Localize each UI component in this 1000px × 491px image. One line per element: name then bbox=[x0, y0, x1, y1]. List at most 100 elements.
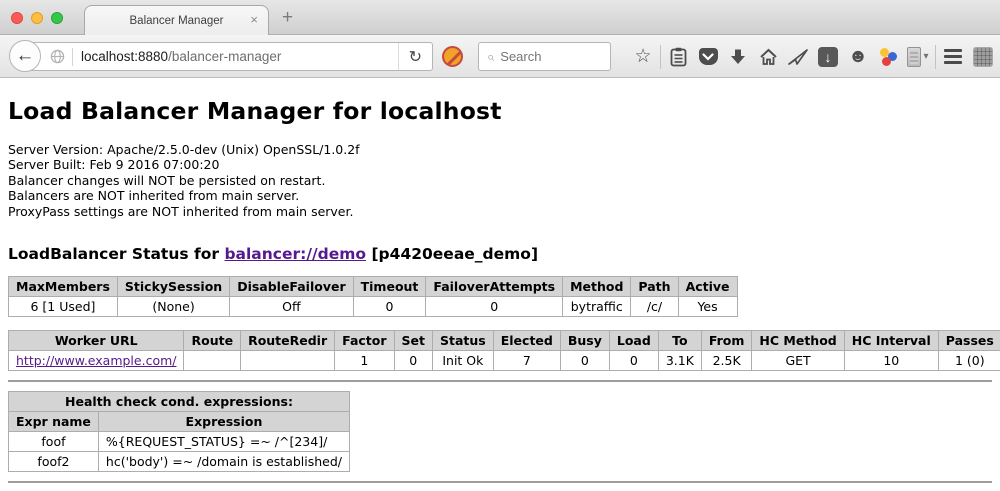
column-header: Expr name bbox=[9, 412, 99, 432]
page-title: Load Balancer Manager for localhost bbox=[8, 97, 992, 125]
column-header: Timeout bbox=[353, 277, 426, 297]
column-header: Path bbox=[631, 277, 678, 297]
balancers-notice-line: Balancers are NOT inherited from main se… bbox=[8, 188, 992, 203]
health-table-title: Health check cond. expressions: bbox=[9, 392, 350, 412]
path-cell: /c/ bbox=[631, 297, 678, 317]
column-header: To bbox=[658, 331, 701, 351]
back-icon: ← bbox=[16, 45, 35, 67]
proxypass-notice-line: ProxyPass settings are NOT inherited fro… bbox=[8, 204, 992, 219]
table-row: foof2 hc('body') =~ /domain is establish… bbox=[9, 452, 350, 472]
set-cell: 0 bbox=[394, 351, 432, 371]
video-download-icon[interactable]: ↓ bbox=[813, 35, 843, 78]
new-tab-button[interactable]: + bbox=[282, 8, 293, 27]
worker-status-table: Worker URL Route RouteRedir Factor Set S… bbox=[8, 330, 1000, 371]
hello-send-icon[interactable] bbox=[783, 35, 813, 78]
column-header: Elected bbox=[493, 331, 560, 351]
hc-method-cell: GET bbox=[752, 351, 844, 371]
reload-button[interactable]: ↻ bbox=[398, 43, 432, 70]
search-bar[interactable]: ⌕ bbox=[478, 42, 611, 71]
balancer-status-heading: LoadBalancer Status for balancer://demo … bbox=[8, 245, 992, 263]
column-header: HC Method bbox=[752, 331, 844, 351]
worker-url-cell: http://www.example.com/ bbox=[9, 351, 184, 371]
status-heading-prefix: LoadBalancer Status for bbox=[8, 245, 224, 263]
url-bar[interactable]: localhost:8880/balancer-manager ↻ bbox=[25, 42, 433, 71]
method-cell: bytraffic bbox=[563, 297, 631, 317]
urlbar-divider bbox=[72, 48, 73, 66]
column-header: HC Interval bbox=[844, 331, 938, 351]
disablefailover-cell: Off bbox=[230, 297, 353, 317]
persist-notice-line: Balancer changes will NOT be persisted o… bbox=[8, 173, 992, 188]
server-info: Server Version: Apache/2.5.0-dev (Unix) … bbox=[8, 142, 992, 219]
search-icon: ⌕ bbox=[487, 49, 494, 65]
minimize-window-button[interactable] bbox=[31, 12, 43, 24]
url-path: /balancer-manager bbox=[168, 49, 281, 64]
column-header: RouteRedir bbox=[241, 331, 335, 351]
expr-name-cell: foof bbox=[9, 432, 99, 452]
bookmark-star-icon[interactable]: ☆ bbox=[628, 35, 658, 78]
table-header-row: MaxMembers StickySession DisableFailover… bbox=[9, 277, 738, 297]
load-cell: 0 bbox=[609, 351, 658, 371]
from-cell: 2.5K bbox=[701, 351, 752, 371]
close-window-button[interactable] bbox=[11, 12, 23, 24]
balancer-settings-table: MaxMembers StickySession DisableFailover… bbox=[8, 276, 738, 317]
dropdown-caret-icon: ▾ bbox=[923, 51, 928, 62]
grid-extension-icon[interactable] bbox=[968, 35, 998, 78]
column-header: Route bbox=[184, 331, 241, 351]
column-header: Factor bbox=[335, 331, 394, 351]
home-icon[interactable] bbox=[753, 35, 783, 78]
menu-hamburger-icon[interactable] bbox=[938, 35, 968, 78]
column-header: Load bbox=[609, 331, 658, 351]
timeout-cell: 0 bbox=[353, 297, 426, 317]
column-header: MaxMembers bbox=[9, 277, 118, 297]
stickysession-cell: (None) bbox=[117, 297, 229, 317]
toolbar-divider bbox=[660, 45, 661, 69]
tab-close-icon[interactable]: × bbox=[250, 13, 258, 26]
table-row: 6 [1 Used] (None) Off 0 0 bytraffic /c/ … bbox=[9, 297, 738, 317]
chat-smiley-icon[interactable]: ☻ bbox=[843, 35, 873, 78]
column-header: Expression bbox=[98, 412, 349, 432]
browser-tab[interactable]: Balancer Manager × bbox=[84, 5, 269, 35]
battery-extension-icon[interactable]: ▾ bbox=[903, 35, 933, 78]
table-header-row: Worker URL Route RouteRedir Factor Set S… bbox=[9, 331, 1000, 351]
status-heading-suffix: [p4420eeae_demo] bbox=[366, 245, 538, 263]
worker-url-link[interactable]: http://www.example.com/ bbox=[16, 353, 176, 368]
bookmarks-menu-icon[interactable] bbox=[663, 35, 693, 78]
back-button[interactable]: ← bbox=[9, 40, 41, 72]
reload-icon: ↻ bbox=[409, 47, 422, 67]
search-input[interactable] bbox=[500, 49, 602, 64]
url-domain: localhost:8880 bbox=[81, 49, 168, 64]
downloads-icon[interactable] bbox=[723, 35, 753, 78]
column-header: Passes bbox=[938, 331, 1000, 351]
content-blocked-icon[interactable] bbox=[442, 46, 463, 67]
tab-title: Balancer Manager bbox=[130, 15, 224, 27]
page-content: Load Balancer Manager for localhost Serv… bbox=[0, 78, 1000, 490]
balancer-demo-link[interactable]: balancer://demo bbox=[224, 245, 366, 263]
globe-icon bbox=[50, 49, 65, 64]
column-header: Status bbox=[433, 331, 494, 351]
column-header: From bbox=[701, 331, 752, 351]
column-header: Active bbox=[678, 277, 737, 297]
column-header: Method bbox=[563, 277, 631, 297]
active-cell: Yes bbox=[678, 297, 737, 317]
server-built-line: Server Built: Feb 9 2016 07:00:20 bbox=[8, 157, 992, 172]
column-header: Set bbox=[394, 331, 432, 351]
toolbar-divider bbox=[935, 45, 936, 69]
table-row: foof %{REQUEST_STATUS} =~ /^[234]/ bbox=[9, 432, 350, 452]
expr-name-cell: foof2 bbox=[9, 452, 99, 472]
expression-cell: %{REQUEST_STATUS} =~ /^[234]/ bbox=[98, 432, 349, 452]
column-header: DisableFailover bbox=[230, 277, 353, 297]
toolbar-icons: ☆ bbox=[628, 35, 998, 78]
section-divider bbox=[8, 481, 992, 483]
browser-window: Balancer Manager × + ← localhost:8880/ba… bbox=[0, 0, 1000, 491]
status-cell: Init Ok bbox=[433, 351, 494, 371]
table-row: http://www.example.com/ 1 0 Init Ok 7 0 … bbox=[9, 351, 1000, 371]
failoverattempts-cell: 0 bbox=[426, 297, 563, 317]
colored-dots-extension-icon[interactable] bbox=[873, 35, 903, 78]
factor-cell: 1 bbox=[335, 351, 394, 371]
pocket-icon[interactable] bbox=[693, 35, 723, 78]
elected-cell: 7 bbox=[493, 351, 560, 371]
passes-cell: 1 (0) bbox=[938, 351, 1000, 371]
server-version-line: Server Version: Apache/2.5.0-dev (Unix) … bbox=[8, 142, 992, 157]
window-controls bbox=[11, 12, 63, 24]
zoom-window-button[interactable] bbox=[51, 12, 63, 24]
